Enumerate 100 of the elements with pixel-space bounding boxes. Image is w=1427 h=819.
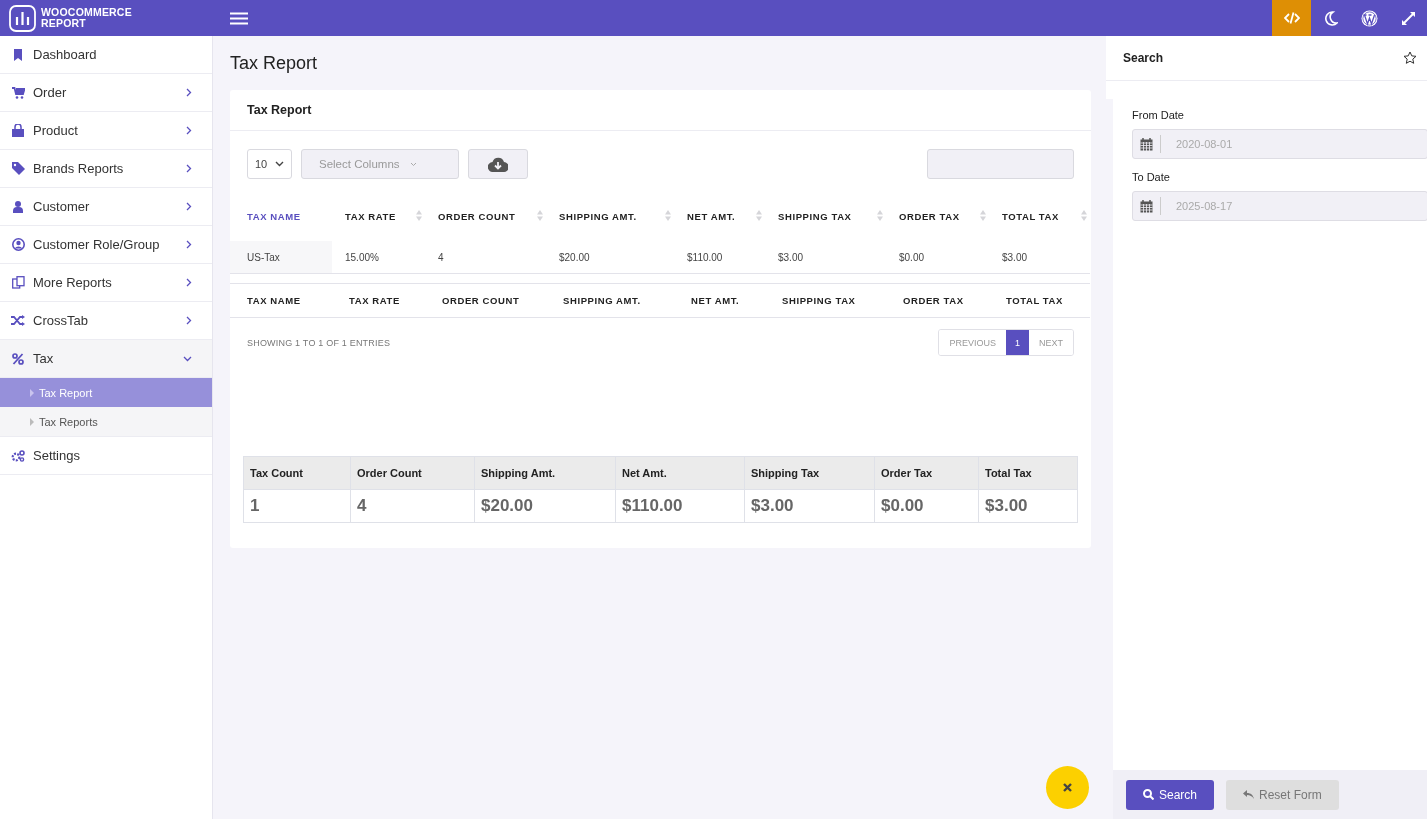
sidebar-subitem[interactable]: Tax Reports	[0, 407, 212, 436]
bar-chart-logo-icon	[9, 4, 36, 32]
table-cell: $20.00	[546, 237, 674, 274]
table-cell: $110.00	[674, 237, 765, 274]
sort-icon	[416, 210, 422, 221]
sidebar-item[interactable]: Dashboard	[0, 36, 212, 74]
shuffle-icon	[11, 315, 25, 326]
table-cell: $3.00	[765, 237, 886, 274]
table-cell: $0.00	[886, 237, 989, 274]
summary-value: 4	[350, 489, 475, 523]
menu-icon	[230, 11, 248, 25]
column-header[interactable]: TOTAL TAX	[989, 199, 1090, 237]
sidebar-item[interactable]: More Reports	[0, 264, 212, 302]
summary-value: 1	[243, 489, 351, 523]
close-icon	[1063, 783, 1072, 792]
column-footer: ORDER TAX	[886, 283, 989, 318]
table-cell: $3.00	[989, 237, 1090, 274]
chevron-right-icon	[186, 202, 192, 211]
code-icon	[1283, 12, 1300, 24]
summary-value: $3.00	[978, 489, 1078, 523]
gears-icon	[11, 449, 25, 462]
summary-header: Shipping Tax	[744, 456, 875, 490]
sidebar-item[interactable]: Brands Reports	[0, 150, 212, 188]
moon-icon	[1323, 10, 1338, 26]
cloud-download-icon	[488, 156, 508, 172]
menu-button[interactable]	[230, 11, 248, 25]
documents-icon	[11, 276, 25, 289]
chevron-right-icon	[186, 316, 192, 325]
pagination-button[interactable]: 1	[1005, 330, 1029, 355]
column-footer: TAX NAME	[230, 283, 332, 318]
chevron-right-icon	[186, 164, 192, 173]
sidebar-item[interactable]: Order	[0, 74, 212, 112]
summary-value: $110.00	[615, 489, 745, 523]
table-cell: 15.00%	[332, 237, 425, 274]
chevron-right-icon	[186, 126, 192, 135]
column-header[interactable]: ORDER TAX	[886, 199, 989, 237]
calendar-icon	[1140, 137, 1153, 151]
search-icon	[1143, 789, 1154, 800]
column-footer: SHIPPING TAX	[765, 283, 886, 318]
summary-header: Total Tax	[978, 456, 1078, 490]
chevron-down-icon	[275, 161, 284, 167]
search-button[interactable]: Search	[1126, 779, 1215, 810]
user-circle-icon	[11, 238, 25, 251]
column-footer: TAX RATE	[332, 283, 425, 318]
sort-icon	[756, 210, 762, 221]
summary-header: Order Count	[350, 456, 475, 490]
summary-value: $0.00	[874, 489, 979, 523]
caret-right-icon	[30, 417, 34, 426]
chevron-down-icon	[183, 355, 192, 362]
entries-info: SHOWING 1 TO 1 OF 1 ENTRIES	[247, 337, 391, 348]
sidebar-item[interactable]: Settings	[0, 437, 212, 475]
bookmark-icon	[13, 48, 23, 61]
chevron-right-icon	[186, 278, 192, 287]
column-footer: NET AMT.	[674, 283, 765, 318]
column-header[interactable]: SHIPPING AMT.	[546, 199, 674, 237]
download-button[interactable]	[468, 149, 528, 179]
column-footer: ORDER COUNT	[425, 283, 546, 318]
column-header[interactable]: NET AMT.	[674, 199, 765, 237]
summary-header: Shipping Amt.	[474, 456, 616, 490]
card-title: Tax Report	[230, 90, 1091, 131]
sidebar-item[interactable]: Tax	[0, 340, 212, 378]
panel-title: Search	[1123, 51, 1164, 65]
undo-icon	[1243, 790, 1255, 799]
wordpress-icon	[1361, 9, 1378, 27]
user-icon	[13, 200, 23, 213]
summary-header: Tax Count	[243, 456, 351, 490]
close-button[interactable]	[1046, 766, 1089, 809]
sidebar-item[interactable]: Customer	[0, 188, 212, 226]
star-icon[interactable]	[1403, 51, 1417, 65]
sidebar-item[interactable]: Customer Role/Group	[0, 226, 212, 264]
caret-right-icon	[30, 388, 34, 397]
expand-icon	[1401, 10, 1416, 26]
sort-icon	[665, 210, 671, 221]
percent-icon	[12, 352, 24, 365]
sidebar-item[interactable]: Product	[0, 112, 212, 150]
page-length-select[interactable]: 10	[247, 149, 292, 179]
summary-header: Net Amt.	[615, 456, 745, 490]
field-label: From Date	[1132, 109, 1185, 121]
calendar-icon	[1140, 199, 1153, 213]
chevron-right-icon	[186, 88, 192, 97]
field-label: To Date	[1132, 171, 1171, 183]
summary-value: $20.00	[474, 489, 616, 523]
column-footer: TOTAL TAX	[989, 283, 1090, 318]
chevron-down-icon	[409, 161, 417, 167]
search-field[interactable]	[927, 149, 1074, 179]
summary-header: Order Tax	[874, 456, 979, 490]
cart-icon	[11, 86, 25, 99]
sort-icon	[1081, 210, 1087, 221]
sort-icon	[980, 210, 986, 221]
chevron-right-icon	[186, 240, 192, 249]
brand-name: WOOCOMMERCE REPORT	[41, 7, 132, 29]
summary-value: $3.00	[744, 489, 875, 523]
table-cell: 4	[425, 237, 546, 274]
column-footer: SHIPPING AMT.	[546, 283, 674, 318]
page-title: Tax Report	[230, 53, 319, 74]
shopping-bag-icon	[11, 124, 25, 137]
column-header[interactable]: SHIPPING TAX	[765, 199, 886, 237]
sort-icon	[537, 210, 543, 221]
sort-icon	[877, 210, 883, 221]
column-header[interactable]: ORDER COUNT	[425, 199, 546, 237]
